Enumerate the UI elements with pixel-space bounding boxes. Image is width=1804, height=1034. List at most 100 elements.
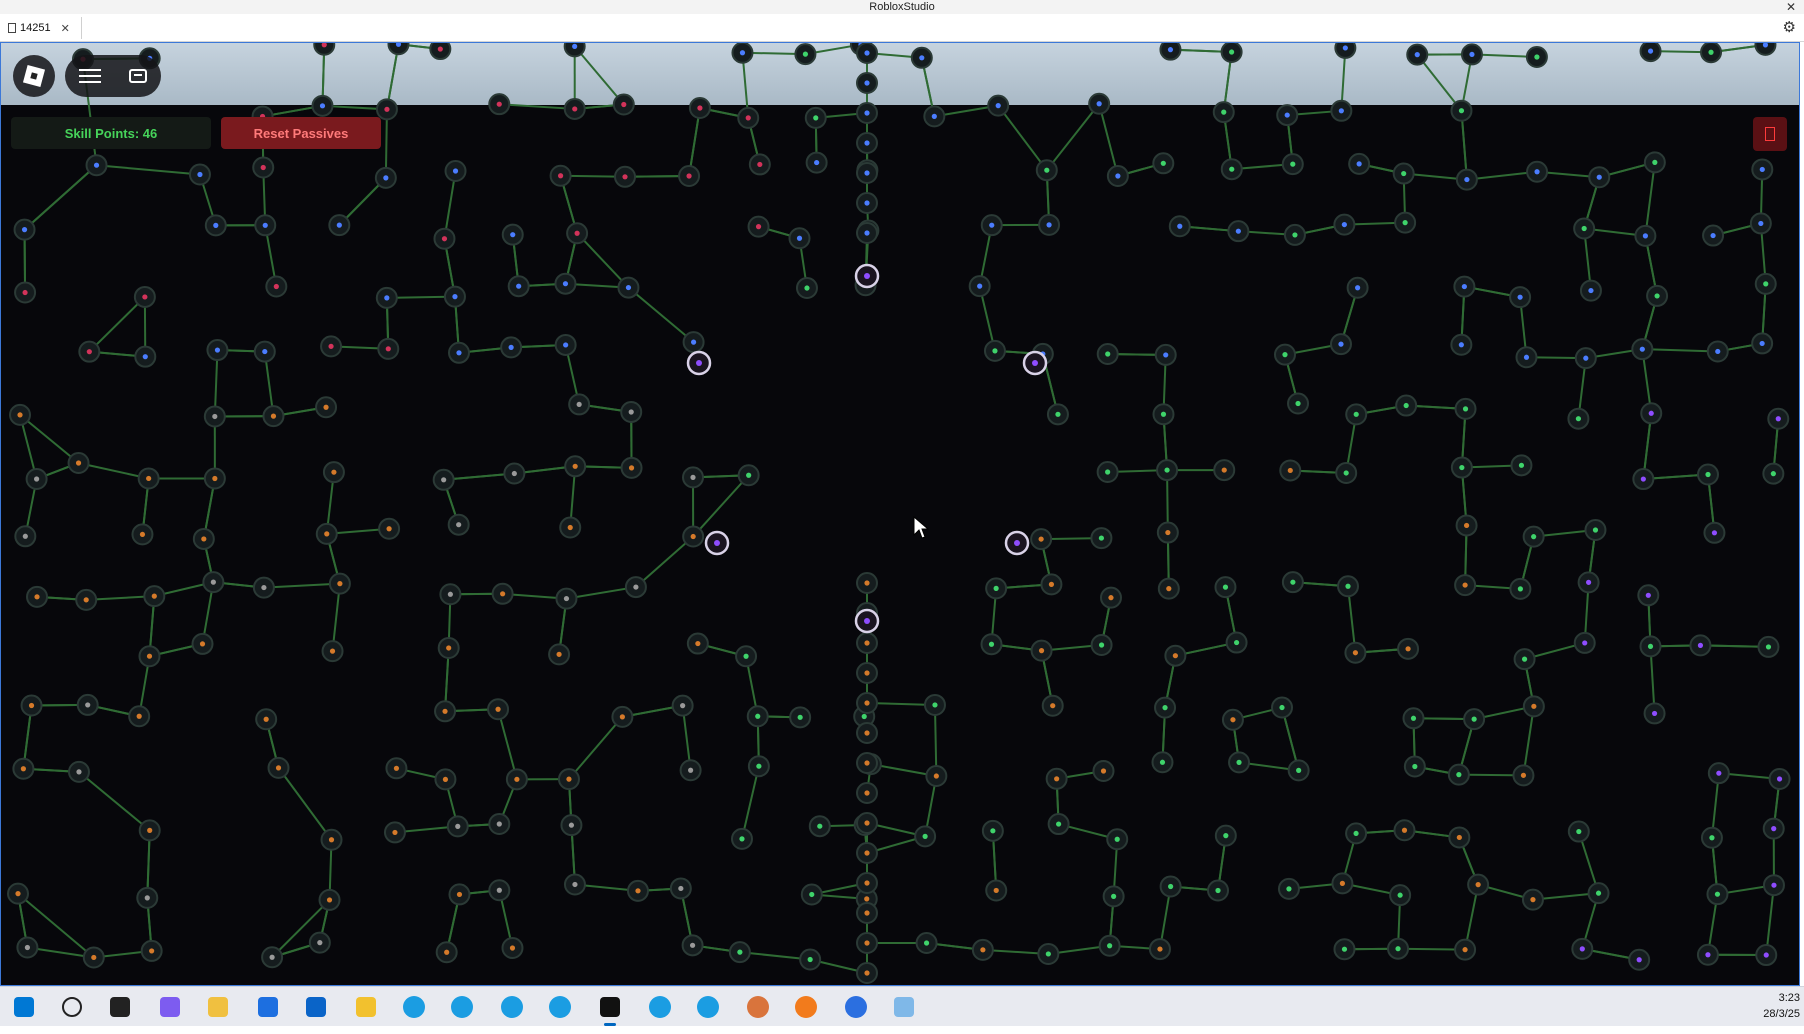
- skill-node[interactable]: [1628, 948, 1651, 971]
- skill-node[interactable]: [856, 932, 878, 954]
- skill-node[interactable]: [311, 94, 334, 117]
- skill-node[interactable]: [987, 94, 1010, 117]
- skill-node[interactable]: [25, 468, 48, 491]
- skill-node[interactable]: [981, 819, 1004, 842]
- skill-node[interactable]: [433, 227, 456, 250]
- skill-node[interactable]: [1156, 521, 1179, 544]
- game-viewport[interactable]: Skill Points: 46 Reset Passives: [0, 42, 1800, 986]
- edge-icon[interactable]: [692, 991, 724, 1023]
- skill-node[interactable]: [318, 888, 341, 911]
- skill-node[interactable]: [255, 708, 278, 731]
- skill-node[interactable]: [1754, 272, 1777, 295]
- skill-node[interactable]: [1220, 43, 1243, 64]
- skill-node[interactable]: [1279, 459, 1302, 482]
- skill-node[interactable]: [191, 632, 214, 655]
- edge-icon[interactable]: [446, 991, 478, 1023]
- skill-node[interactable]: [67, 451, 90, 474]
- skill-node[interactable]: [1329, 333, 1352, 356]
- skill-node[interactable]: [378, 517, 401, 540]
- skill-node[interactable]: [1707, 762, 1730, 785]
- skill-node[interactable]: [1154, 343, 1177, 366]
- skill-node[interactable]: [1755, 944, 1778, 967]
- skill-node[interactable]: [1212, 101, 1235, 124]
- skill-node[interactable]: [75, 588, 98, 611]
- skill-node[interactable]: [14, 525, 37, 548]
- skill-node[interactable]: [1525, 45, 1548, 68]
- skill-node[interactable]: [1030, 528, 1053, 551]
- skill-node[interactable]: [1757, 635, 1780, 658]
- skill-node[interactable]: [1331, 872, 1354, 895]
- skill-node[interactable]: [1768, 767, 1791, 790]
- skill-node[interactable]: [1106, 828, 1129, 851]
- skill-node[interactable]: [980, 633, 1003, 656]
- skill-node[interactable]: [375, 98, 398, 121]
- skill-node[interactable]: [1096, 460, 1119, 483]
- window-close-button[interactable]: ✕: [1786, 0, 1796, 14]
- skill-node[interactable]: [968, 275, 991, 298]
- edge-icon[interactable]: [644, 991, 676, 1023]
- skill-node[interactable]: [856, 632, 878, 654]
- file-explorer-icon[interactable]: [202, 991, 234, 1023]
- skill-node[interactable]: [1573, 217, 1596, 240]
- skill-node[interactable]: [1689, 634, 1712, 657]
- skill-node[interactable]: [315, 396, 338, 419]
- skill-node[interactable]: [203, 405, 226, 428]
- skill-node[interactable]: [328, 214, 351, 237]
- skill-node[interactable]: [267, 756, 290, 779]
- skill-node[interactable]: [1749, 212, 1772, 235]
- skill-node[interactable]: [1334, 43, 1357, 59]
- roblox-menu-button[interactable]: [13, 55, 55, 97]
- skill-node[interactable]: [188, 163, 211, 186]
- skill-node[interactable]: [1225, 631, 1248, 654]
- skill-node[interactable]: [1522, 525, 1545, 548]
- skill-node[interactable]: [1509, 577, 1532, 600]
- skill-node[interactable]: [1092, 760, 1115, 783]
- skill-node[interactable]: [1102, 885, 1125, 908]
- skill-node[interactable]: [434, 700, 457, 723]
- skill-node[interactable]: [1460, 43, 1483, 66]
- skill-node[interactable]: [1330, 99, 1353, 122]
- skill-node[interactable]: [1271, 696, 1294, 719]
- skill-node[interactable]: [915, 931, 938, 954]
- skill-node[interactable]: [1159, 875, 1182, 898]
- skill-node[interactable]: [1406, 43, 1429, 66]
- skill-node[interactable]: [13, 218, 36, 241]
- chat-icon[interactable]: [129, 69, 147, 83]
- skill-node[interactable]: [1277, 877, 1300, 900]
- skill-node[interactable]: [856, 722, 878, 744]
- system-clock[interactable]: 3:23 28/3/25: [1763, 990, 1800, 1022]
- skill-node[interactable]: [203, 467, 226, 490]
- skill-node[interactable]: [1041, 694, 1064, 717]
- skill-node[interactable]: [747, 215, 770, 238]
- skill-node[interactable]: [308, 931, 331, 954]
- skill-node[interactable]: [1454, 938, 1477, 961]
- skill-node[interactable]: [794, 43, 817, 66]
- skill-node[interactable]: [1152, 152, 1175, 175]
- skill-node[interactable]: [1335, 461, 1358, 484]
- skill-node[interactable]: [1639, 635, 1662, 658]
- skill-node[interactable]: [387, 43, 410, 56]
- skill-node[interactable]: [1287, 392, 1310, 415]
- skill-node[interactable]: [856, 43, 878, 64]
- skill-node[interactable]: [1454, 397, 1477, 420]
- skill-node[interactable]: [1283, 223, 1306, 246]
- skill-node[interactable]: [1762, 817, 1785, 840]
- skill-node[interactable]: [204, 214, 227, 237]
- skill-node[interactable]: [385, 757, 408, 780]
- skill-node[interactable]: [1287, 759, 1310, 782]
- skill-node[interactable]: [1337, 575, 1360, 598]
- skill-node[interactable]: [1096, 343, 1119, 366]
- skill-node[interactable]: [1046, 403, 1069, 426]
- skill-node[interactable]: [1403, 755, 1426, 778]
- skill-node[interactable]: [1035, 159, 1058, 182]
- skill-node[interactable]: [202, 571, 225, 594]
- reset-passives-button[interactable]: Reset Passives: [221, 117, 381, 149]
- skill-node[interactable]: [383, 821, 406, 844]
- skill-node[interactable]: [85, 154, 108, 177]
- skill-node[interactable]: [261, 946, 284, 969]
- skill-node[interactable]: [568, 393, 591, 416]
- store-icon[interactable]: [252, 991, 284, 1023]
- skill-node[interactable]: [1281, 153, 1304, 176]
- skill-node[interactable]: [1045, 767, 1068, 790]
- skill-node[interactable]: [429, 43, 452, 61]
